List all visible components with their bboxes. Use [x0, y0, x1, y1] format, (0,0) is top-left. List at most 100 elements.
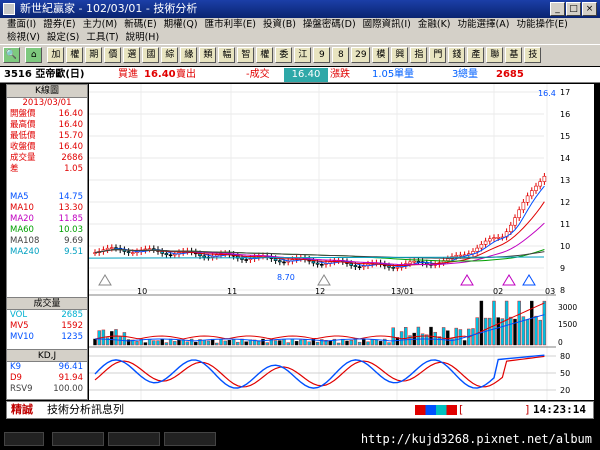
maximize-button[interactable]: □ [566, 2, 581, 16]
toolbar-button[interactable]: 綜 [161, 47, 179, 63]
toolbar-button[interactable]: 幅 [218, 47, 236, 63]
row-label: MA10 [10, 203, 34, 213]
row-label: MV5 [10, 321, 29, 331]
month-label: 10 [137, 287, 147, 296]
menu-item[interactable]: 工具(T) [86, 31, 118, 44]
data-panel: K線圖 2013/03/01 開盤價 16.40 最高價 16.40 最低價 15.70 收… [6, 84, 88, 400]
unit-label: 單量 [394, 69, 414, 80]
price-tick: 11 [560, 220, 570, 229]
menu-item[interactable]: 功能選擇(A) [458, 18, 510, 31]
change-value: 1.05 [372, 69, 395, 80]
toolbar-button[interactable]: 選 [123, 47, 141, 63]
taskbar-item[interactable] [164, 432, 216, 446]
title-bar: 新世紀贏家 - 102/03/01 - 技術分析 _ □ × [0, 0, 600, 18]
toolbar-button[interactable]: 類 [199, 47, 217, 63]
data-row: 差 1.05 [7, 164, 87, 175]
toolbar-button[interactable]: 價 [104, 47, 122, 63]
kd-tick: 80 [560, 352, 570, 361]
low-price-label: 8.70 [277, 273, 295, 282]
price-tick: 9 [560, 264, 565, 273]
menu-item[interactable]: 功能操作(E) [516, 18, 567, 31]
row-label: D9 [10, 373, 22, 383]
toolbar: 🔍 ⌂ 加權期價選國綜緣類幅智權委江 9 8 29 模興指門錢產聯基技 [0, 44, 600, 66]
kd-panel-title: KD,J [7, 349, 87, 362]
chart-area[interactable]: 16.40 8.70 10 11 12 13/01 02 03 [88, 84, 561, 400]
technical-chart: 16.40 8.70 10 11 12 13/01 02 03 [88, 84, 561, 400]
row-value: 1592 [61, 321, 83, 331]
toolbar-button[interactable]: 智 [237, 47, 255, 63]
taskbar-item[interactable] [108, 432, 160, 446]
menu-item[interactable]: 匯市利率(E) [205, 18, 256, 31]
menu-item[interactable]: 期權(Q) [164, 18, 198, 31]
toolbar-button[interactable]: 興 [391, 47, 409, 63]
price-tick: 10 [560, 242, 570, 251]
toolbar-button[interactable]: 江 [294, 47, 312, 63]
toolbar-button[interactable]: 指 [410, 47, 428, 63]
toolbar-button[interactable]: 技 [524, 47, 542, 63]
toolbar-button[interactable]: 錢 [448, 47, 466, 63]
row-label: MV10 [10, 332, 34, 342]
menu-bar: 畫面(I) 證券(E) 主力(M) 新碼(E) 期權(Q) 匯市利率(E) 投資(B) 操盤密… [0, 18, 600, 44]
search-icon[interactable]: 🔍 [3, 47, 20, 63]
data-row: 收盤價 16.40 [7, 142, 87, 153]
toolbar-button[interactable]: 產 [467, 47, 485, 63]
volume-data-panel: 成交量 VOL 2685 MV5 1592 MV10 1235 [7, 297, 87, 343]
minimize-button[interactable]: _ [550, 2, 565, 16]
data-row: MA10 13.30 [7, 203, 87, 214]
bid-value: 16.40 [144, 69, 176, 80]
kline-panel-title: K線圖 [7, 85, 87, 98]
home-icon[interactable]: ⌂ [25, 47, 43, 63]
price-tick: 14 [560, 154, 570, 163]
menu-item[interactable]: 畫面(I) [7, 18, 36, 31]
row-value: 13.30 [58, 203, 83, 213]
data-row: K9 96.41 [7, 362, 87, 373]
close-button[interactable]: × [582, 2, 597, 16]
bracket-close: ] [525, 403, 530, 416]
clock: 14:23:14 [533, 403, 586, 416]
menu-item[interactable]: 檢視(V) [7, 31, 40, 44]
toolbar-button[interactable]: 緣 [180, 47, 198, 63]
row-label: MA5 [10, 192, 29, 202]
toolbar-button[interactable]: 國 [142, 47, 160, 63]
menu-item[interactable]: 金融(K) [418, 18, 451, 31]
menu-item[interactable]: 設定(S) [47, 31, 79, 44]
data-row: MA108 9.69 [7, 236, 87, 247]
trade-value: 16.40 [284, 68, 328, 82]
menu-item[interactable]: 說明(H) [126, 31, 160, 44]
row-value: 14.75 [58, 192, 83, 202]
price-tick: 8 [560, 286, 565, 295]
price-tick: 15 [560, 132, 570, 141]
row-value: 16.40 [58, 120, 83, 130]
watermark-url: http://kujd3268.pixnet.net/album [360, 432, 592, 446]
taskbar-item[interactable] [52, 432, 104, 446]
toolbar-button[interactable]: 聯 [486, 47, 504, 63]
menu-item[interactable]: 新碼(E) [124, 18, 156, 31]
toolbar-button[interactable]: 9 [313, 47, 331, 63]
toolbar-button[interactable]: 權 [66, 47, 84, 63]
toolbar-button[interactable]: 期 [85, 47, 103, 63]
data-row: MA60 10.03 [7, 225, 87, 236]
toolbar-button[interactable]: 29 [351, 47, 371, 63]
broker-label: 精誠 [11, 403, 33, 416]
toolbar-button[interactable]: 基 [505, 47, 523, 63]
menu-item[interactable]: 主力(M) [83, 18, 118, 31]
toolbar-button[interactable]: 門 [429, 47, 447, 63]
row-label: 成交量 [10, 153, 36, 163]
menu-item[interactable]: 操盤密碼(D) [303, 18, 356, 31]
high-price-label: 16.40 [538, 89, 556, 98]
data-row: 最低價 15.70 [7, 131, 87, 142]
menu-item[interactable]: 投資(B) [263, 18, 296, 31]
toolbar-button[interactable]: 8 [332, 47, 350, 63]
bid-label: 買進 [118, 69, 138, 80]
menu-item[interactable]: 證券(E) [43, 18, 75, 31]
toolbar-button[interactable]: 委 [275, 47, 293, 63]
toolbar-button[interactable]: 模 [372, 47, 390, 63]
menu-item[interactable]: 國際資訊(I) [363, 18, 411, 31]
data-row: 成交量 2686 [7, 153, 87, 164]
kline-date: 2013/03/01 [22, 98, 72, 108]
row-value: 16.40 [58, 109, 83, 119]
row-label: 收盤價 [10, 142, 36, 152]
toolbar-button[interactable]: 加 [47, 47, 65, 63]
start-button[interactable] [4, 432, 44, 446]
toolbar-button[interactable]: 權 [256, 47, 274, 63]
